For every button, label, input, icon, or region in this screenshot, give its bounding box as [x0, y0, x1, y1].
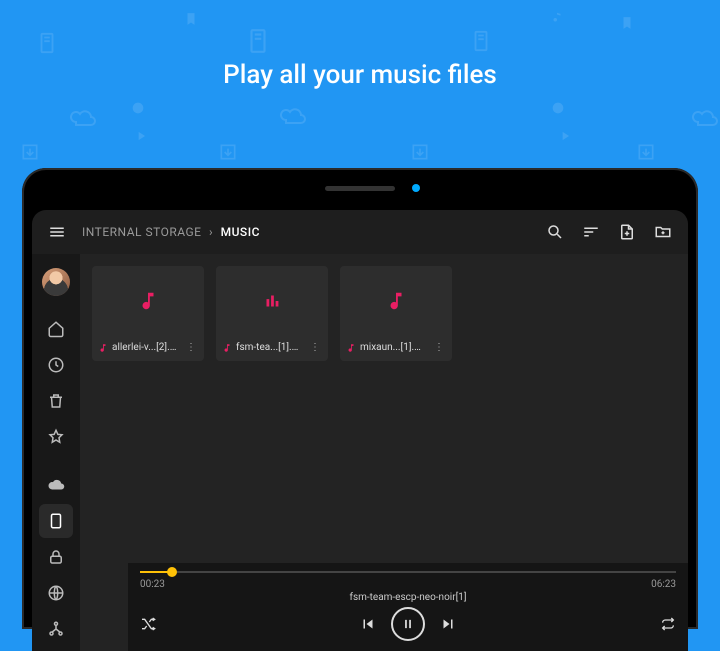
top-bar: INTERNAL STORAGE › MUSIC	[32, 210, 688, 254]
file-name: mixaun...[1].mp3	[360, 342, 428, 353]
time-total: 06:23	[651, 579, 676, 590]
skip-next-icon	[439, 615, 457, 633]
device-icon	[47, 512, 65, 530]
file-grid-area: allerlei-v...[2].mp3⋮fsm-tea...[1].mp3⋮m…	[80, 254, 688, 651]
breadcrumb[interactable]: INTERNAL STORAGE › MUSIC	[82, 225, 260, 239]
next-button[interactable]	[439, 615, 457, 633]
file-name: allerlei-v...[2].mp3	[112, 342, 180, 353]
sidebar-web[interactable]	[39, 576, 73, 610]
new-file-icon	[618, 223, 636, 241]
music-note-icon	[346, 343, 356, 353]
new-folder-button[interactable]	[648, 217, 678, 247]
play-pause-button[interactable]	[391, 607, 425, 641]
sidebar-favorites[interactable]	[39, 420, 73, 454]
lock-icon	[47, 548, 65, 566]
sidebar-network[interactable]	[39, 612, 73, 646]
previous-button[interactable]	[359, 615, 377, 633]
tablet-frame: INTERNAL STORAGE › MUSIC	[22, 168, 698, 629]
menu-button[interactable]	[42, 217, 72, 247]
shuffle-icon	[140, 616, 156, 632]
progress-bar[interactable]	[140, 571, 676, 573]
skip-previous-icon	[359, 615, 377, 633]
file-tile[interactable]: fsm-tea...[1].mp3 ⋮	[216, 266, 328, 361]
breadcrumb-root[interactable]: INTERNAL STORAGE	[82, 225, 202, 239]
menu-icon	[48, 223, 66, 241]
sort-icon	[582, 223, 600, 241]
sort-button[interactable]	[576, 217, 606, 247]
repeat-icon	[660, 616, 676, 632]
file-name: fsm-tea...[1].mp3	[236, 342, 304, 353]
tablet-camera	[412, 184, 420, 192]
recent-icon	[47, 356, 65, 374]
star-icon	[47, 428, 65, 446]
sidebar-device[interactable]	[39, 504, 73, 538]
search-icon	[546, 223, 564, 241]
new-folder-icon	[654, 223, 672, 241]
new-file-button[interactable]	[612, 217, 642, 247]
app-screen: INTERNAL STORAGE › MUSIC	[32, 210, 688, 651]
trash-icon	[47, 392, 65, 410]
sidebar-secure[interactable]	[39, 540, 73, 574]
progress-knob[interactable]	[167, 567, 177, 577]
file-tile[interactable]: mixaun...[1].mp3 ⋮	[340, 266, 452, 361]
breadcrumb-current: MUSIC	[221, 225, 260, 239]
tablet-speaker	[325, 186, 395, 191]
now-playing-title: fsm-team-escp-neo-noir[1]	[140, 592, 676, 603]
shuffle-button[interactable]	[140, 616, 156, 632]
file-more-button[interactable]: ⋮	[432, 342, 446, 353]
file-grid: allerlei-v...[2].mp3⋮fsm-tea...[1].mp3⋮m…	[80, 254, 688, 373]
file-more-button[interactable]: ⋮	[184, 342, 198, 353]
avatar[interactable]	[42, 268, 70, 296]
music-note-icon	[92, 266, 204, 336]
music-note-icon	[222, 343, 232, 353]
sidebar-home[interactable]	[39, 312, 73, 346]
repeat-button[interactable]	[660, 616, 676, 632]
sidebar	[32, 254, 80, 651]
sidebar-recent[interactable]	[39, 348, 73, 382]
time-elapsed: 00:23	[140, 579, 165, 590]
network-icon	[47, 620, 65, 638]
music-note-icon	[98, 343, 108, 353]
breadcrumb-separator: ›	[209, 225, 213, 239]
sidebar-trash[interactable]	[39, 384, 73, 418]
page-headline: Play all your music files	[0, 0, 720, 90]
music-note-icon	[340, 266, 452, 336]
player-bar: 00:23 06:23 fsm-team-escp-neo-noir[1]	[128, 563, 688, 651]
search-button[interactable]	[540, 217, 570, 247]
cloud-icon	[47, 476, 65, 494]
globe-icon	[47, 584, 65, 602]
file-tile[interactable]: allerlei-v...[2].mp3 ⋮	[92, 266, 204, 361]
home-icon	[47, 320, 65, 338]
sidebar-cloud[interactable]	[39, 468, 73, 502]
equalizer-icon	[216, 266, 328, 336]
file-more-button[interactable]: ⋮	[308, 342, 322, 353]
